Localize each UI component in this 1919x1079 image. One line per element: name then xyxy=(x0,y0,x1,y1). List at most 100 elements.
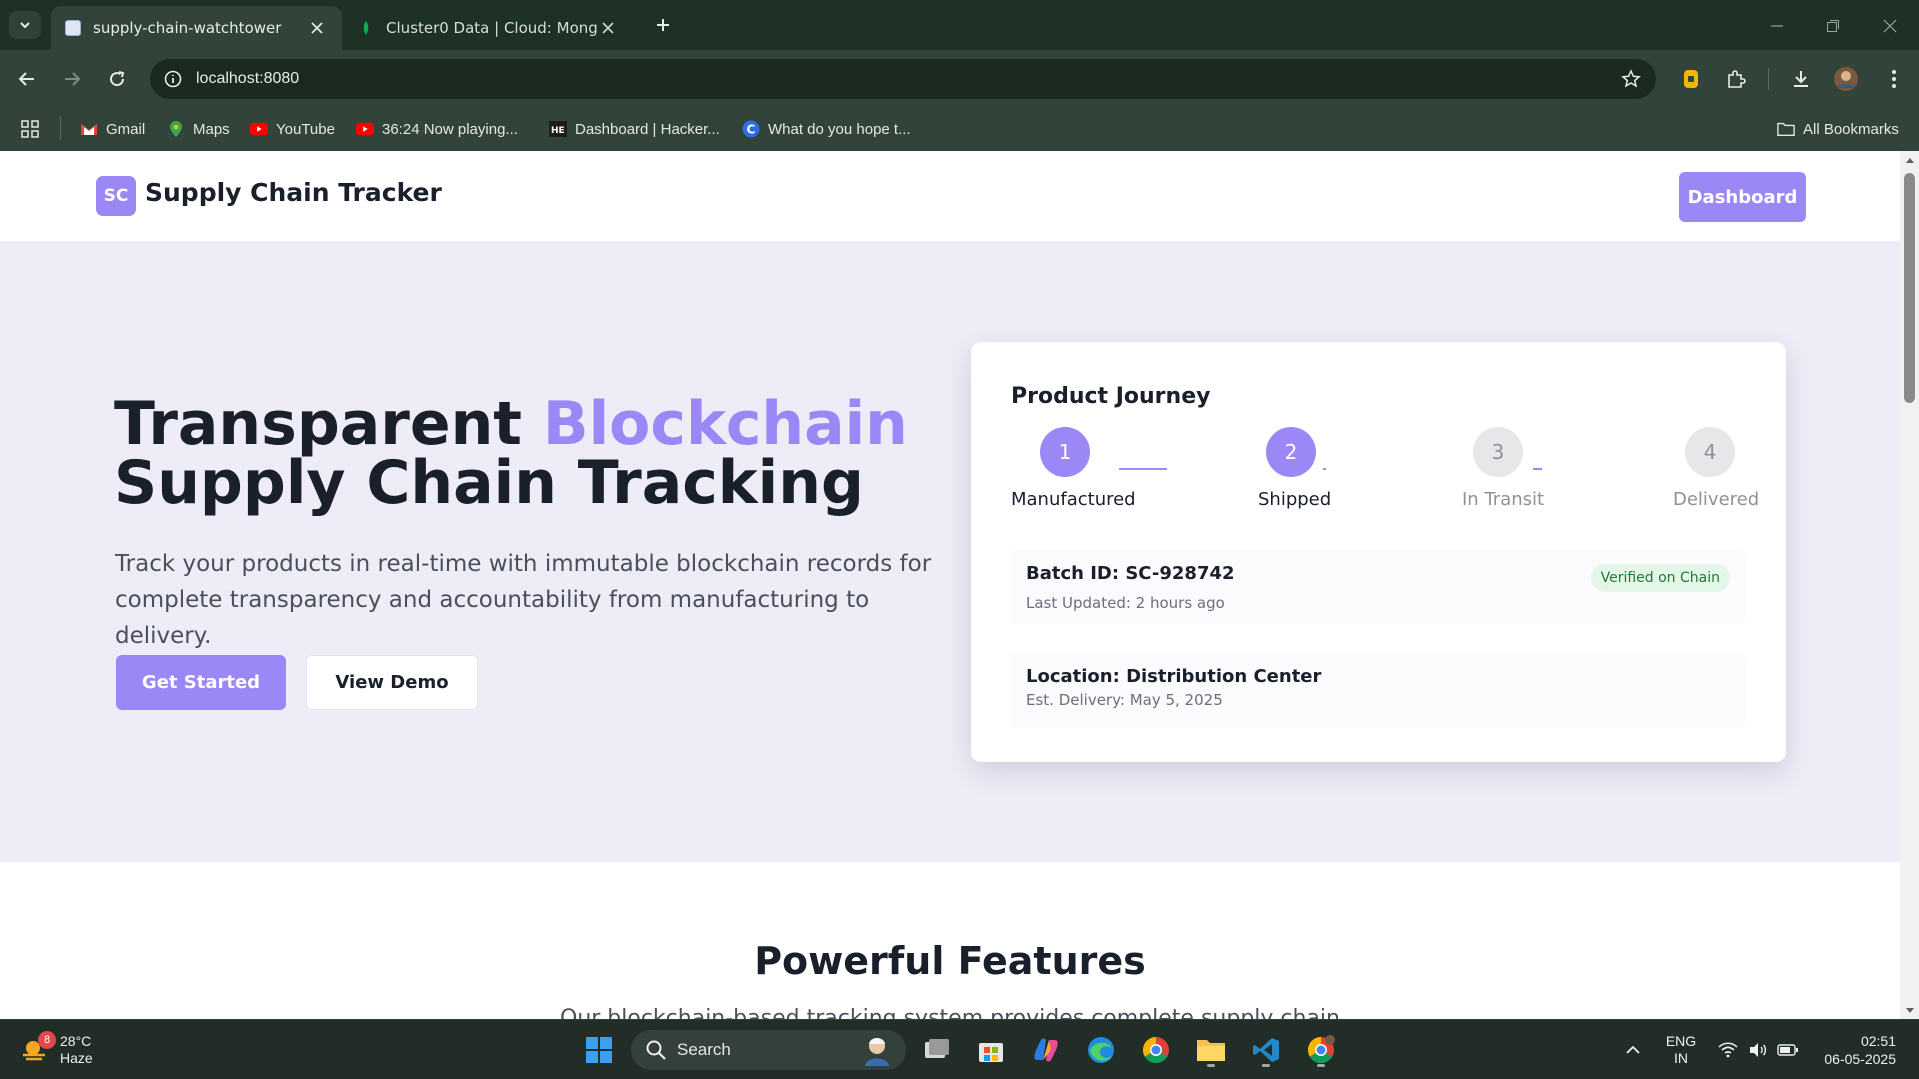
site-info-icon[interactable] xyxy=(162,68,184,90)
reload-button[interactable] xyxy=(102,64,132,94)
copilot-button[interactable] xyxy=(1026,1030,1066,1070)
date: 06-05-2025 xyxy=(1824,1051,1896,1067)
bookmark-maps[interactable]: Maps xyxy=(167,116,230,142)
plus-icon xyxy=(657,19,669,31)
verified-badge: Verified on Chain xyxy=(1590,564,1730,592)
new-tab-button[interactable] xyxy=(650,12,676,38)
tab-title: supply-chain-watchtower xyxy=(93,19,282,37)
svg-text:C: C xyxy=(747,123,756,137)
chevron-down-icon xyxy=(20,22,30,29)
bookmark-now-playing[interactable]: 36:24 Now playing... xyxy=(356,116,518,142)
running-indicator xyxy=(1207,1064,1215,1067)
bookmark-youtube[interactable]: YouTube xyxy=(250,116,335,142)
apps-grid-button[interactable] xyxy=(20,116,40,142)
wifi-icon[interactable] xyxy=(1714,1030,1742,1070)
chrome-icon xyxy=(1142,1036,1169,1064)
search-icon xyxy=(646,1040,666,1060)
youtube-icon xyxy=(356,120,374,138)
bookmark-hackerearth[interactable]: HE Dashboard | Hacker... xyxy=(549,116,720,142)
extension-honey-icon[interactable] xyxy=(1676,64,1706,94)
step-2-label: Shipped xyxy=(1258,489,1332,510)
scrollbar-thumb[interactable] xyxy=(1904,173,1915,403)
hero-subtitle: Track your products in real-time with im… xyxy=(115,551,932,649)
battery-icon[interactable] xyxy=(1774,1030,1802,1070)
bookmarks-divider xyxy=(60,116,61,140)
logo-badge[interactable]: SC xyxy=(96,176,136,216)
edge-button[interactable] xyxy=(1081,1030,1121,1070)
profile-avatar[interactable] xyxy=(1831,64,1861,94)
running-indicator xyxy=(1317,1064,1325,1067)
vscode-button[interactable] xyxy=(1246,1030,1286,1070)
features-title: Powerful Features xyxy=(754,939,1146,983)
bookmark-label: What do you hope t... xyxy=(768,120,911,138)
chrome-profile-button[interactable] xyxy=(1301,1030,1341,1070)
batch-info-row: Batch ID: SC-928742 Last Updated: 2 hour… xyxy=(1011,550,1746,624)
volume-icon[interactable] xyxy=(1744,1030,1772,1070)
browser-menu-icon[interactable] xyxy=(1879,64,1909,94)
location: Location: Distribution Center xyxy=(1026,666,1322,687)
step-3-label: In Transit xyxy=(1462,489,1545,510)
c-icon: C xyxy=(742,120,760,138)
show-hidden-icons-button[interactable] xyxy=(1620,1030,1646,1070)
minimize-button[interactable] xyxy=(1764,13,1790,39)
logo-text[interactable]: Supply Chain Tracker xyxy=(145,178,442,207)
search-placeholder: Search xyxy=(677,1040,731,1059)
taskbar-search[interactable]: Search xyxy=(631,1030,906,1070)
folder-icon xyxy=(1777,120,1795,138)
weather-widget[interactable]: 8 28°C Haze xyxy=(20,1030,93,1070)
bookmark-label: All Bookmarks xyxy=(1803,120,1899,138)
task-view-button[interactable] xyxy=(917,1030,957,1070)
gmail-icon xyxy=(80,120,98,138)
restore-icon xyxy=(1827,20,1839,32)
view-demo-button[interactable]: View Demo xyxy=(306,655,478,710)
step-connector xyxy=(1119,468,1167,470)
product-journey-card: Product Journey 1 Manufactured 2 Shipped… xyxy=(971,342,1786,762)
bookmark-star-icon[interactable] xyxy=(1620,68,1642,90)
bookmarks-bar: Gmail Maps YouTube 36:24 Now playing... … xyxy=(0,107,1919,151)
close-tab-icon[interactable] xyxy=(597,17,619,39)
back-button[interactable] xyxy=(12,64,42,94)
all-bookmarks-button[interactable]: All Bookmarks xyxy=(1777,116,1899,142)
hackerearth-icon: HE xyxy=(549,120,567,138)
weather-condition: Haze xyxy=(60,1050,93,1066)
language: ENG xyxy=(1665,1033,1697,1049)
running-indicator xyxy=(1262,1064,1270,1067)
close-tab-icon[interactable] xyxy=(306,17,328,39)
close-window-button[interactable] xyxy=(1877,13,1903,39)
tab-search-button[interactable] xyxy=(9,11,41,39)
bookmark-label: Dashboard | Hacker... xyxy=(575,120,720,138)
url-text: localhost:8080 xyxy=(196,70,300,87)
file-explorer-button[interactable] xyxy=(1191,1030,1231,1070)
close-icon xyxy=(1883,19,1897,33)
extensions-puzzle-icon[interactable] xyxy=(1721,64,1751,94)
windows-logo-icon xyxy=(586,1037,612,1063)
scroll-up-arrow-icon[interactable] xyxy=(1904,155,1915,165)
bookmark-gmail[interactable]: Gmail xyxy=(80,116,145,142)
page-scrollbar[interactable] xyxy=(1900,151,1919,1019)
dashboard-button[interactable]: Dashboard xyxy=(1679,172,1806,222)
downloads-icon[interactable] xyxy=(1786,64,1816,94)
chrome-button[interactable] xyxy=(1136,1030,1176,1070)
last-updated: Last Updated: 2 hours ago xyxy=(1026,594,1225,612)
tab-supply-chain-watchtower[interactable]: supply-chain-watchtower xyxy=(51,6,342,50)
toolbar-divider xyxy=(1768,68,1769,90)
clock[interactable]: 02:51 06-05-2025 xyxy=(1810,1030,1896,1070)
restore-button[interactable] xyxy=(1820,13,1846,39)
scroll-down-arrow-icon[interactable] xyxy=(1904,1006,1915,1016)
microsoft-store-button[interactable] xyxy=(971,1030,1011,1070)
address-bar[interactable]: localhost:8080 xyxy=(150,59,1656,99)
vscode-icon xyxy=(1253,1038,1279,1062)
forward-button[interactable] xyxy=(57,64,87,94)
tab-mongodb[interactable]: Cluster0 Data | Cloud: MongoDB xyxy=(344,6,633,50)
folder-icon xyxy=(1197,1040,1225,1061)
bookmark-what-do-you-hope[interactable]: C What do you hope t... xyxy=(742,116,911,142)
apps-grid-icon xyxy=(21,120,39,138)
bookmark-label: 36:24 Now playing... xyxy=(382,120,518,138)
language-indicator[interactable]: ENG IN xyxy=(1660,1030,1702,1070)
chrome-icon xyxy=(1307,1035,1335,1064)
arrow-left-icon xyxy=(18,72,34,86)
start-button[interactable] xyxy=(579,1030,619,1070)
weather-haze-icon: 8 xyxy=(20,1031,56,1065)
temperature: 28°C xyxy=(60,1033,92,1049)
get-started-button[interactable]: Get Started xyxy=(116,655,286,710)
